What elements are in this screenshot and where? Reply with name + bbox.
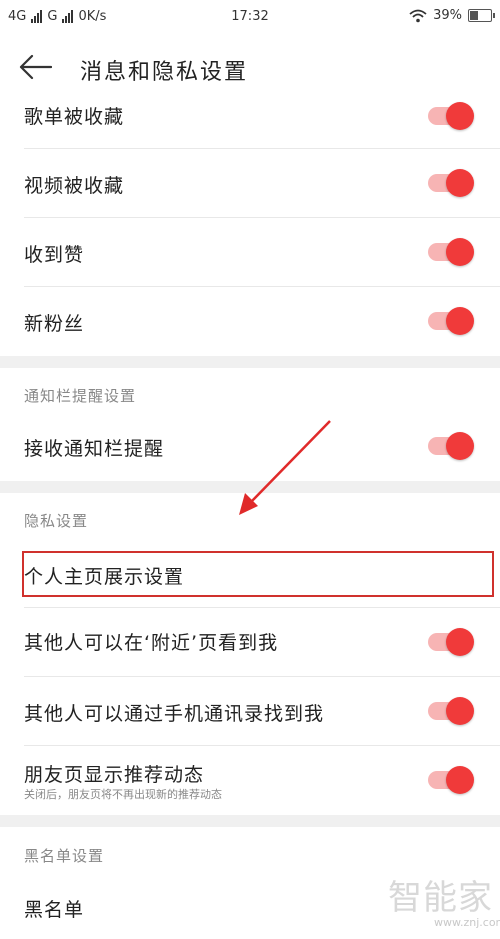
section-gap: [0, 815, 500, 827]
section-title-notification: 通知栏提醒设置: [24, 387, 137, 405]
battery-icon: [468, 9, 495, 22]
toggle-switch[interactable]: [428, 697, 474, 725]
watermark-url: www.znj.com: [434, 916, 500, 929]
setting-label: 视频被收藏: [24, 175, 125, 197]
setting-row-new-fans[interactable]: 新粉丝: [0, 287, 500, 355]
toggle-switch[interactable]: [428, 238, 474, 266]
toggle-switch[interactable]: [428, 766, 474, 794]
setting-row-contacts[interactable]: 其他人可以通过手机通讯录找到我: [0, 677, 500, 745]
app-header: 消息和隐私设置: [0, 34, 500, 98]
toggle-switch[interactable]: [428, 307, 474, 335]
setting-row-nearby[interactable]: 其他人可以在‘附近’页看到我: [0, 608, 500, 676]
toggle-switch[interactable]: [428, 102, 474, 130]
section-gap: [0, 481, 500, 493]
watermark-text: 智能家: [388, 878, 493, 918]
setting-row-playlist-favorited[interactable]: 歌单被收藏: [0, 98, 500, 138]
setting-label: 其他人可以在‘附近’页看到我: [24, 632, 279, 654]
setting-label: 黑名单: [24, 899, 85, 921]
setting-row-friends-recommend[interactable]: 朋友页显示推荐动态 关闭后，朋友页将不再出现新的推荐动态: [0, 746, 500, 814]
annotation-highlight-box: [22, 551, 494, 597]
setting-label: 新粉丝: [24, 313, 85, 335]
back-arrow-icon[interactable]: [18, 54, 52, 80]
setting-description: 关闭后，朋友页将不再出现新的推荐动态: [24, 788, 222, 801]
setting-row-notification-bar[interactable]: 接收通知栏提醒: [0, 412, 500, 480]
setting-label: 收到赞: [24, 244, 85, 266]
setting-row-likes[interactable]: 收到赞: [0, 218, 500, 286]
setting-label: 歌单被收藏: [24, 106, 125, 128]
page-title: 消息和隐私设置: [80, 60, 249, 85]
setting-label: 朋友页显示推荐动态: [24, 764, 205, 786]
section-gap: [0, 356, 500, 368]
toggle-switch[interactable]: [428, 169, 474, 197]
watermark: 智能家 www.znj.com: [388, 870, 500, 934]
setting-label: 其他人可以通过手机通讯录找到我: [24, 703, 325, 725]
section-title-privacy: 隐私设置: [24, 512, 89, 530]
setting-label: 接收通知栏提醒: [24, 438, 165, 460]
status-right: 39%: [409, 8, 495, 23]
status-bar: 4G G 0K/s 17:32 39%: [0, 0, 500, 34]
setting-row-video-favorited[interactable]: 视频被收藏: [0, 149, 500, 217]
wifi-icon: [409, 9, 427, 22]
battery-percent: 39%: [433, 8, 462, 23]
toggle-switch[interactable]: [428, 432, 474, 460]
toggle-switch[interactable]: [428, 628, 474, 656]
section-title-blacklist: 黑名单设置: [24, 847, 105, 865]
